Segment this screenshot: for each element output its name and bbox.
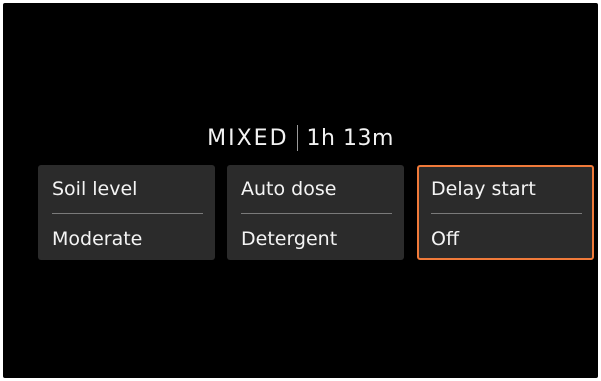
option-divider	[431, 213, 582, 214]
status-divider	[296, 125, 298, 151]
option-divider	[52, 213, 203, 214]
option-divider	[241, 213, 392, 214]
cycle-name: MIXED	[207, 125, 289, 151]
auto-dose-option[interactable]: Auto dose Detergent	[227, 165, 404, 260]
delay-start-option[interactable]: Delay start Off	[417, 165, 594, 260]
time-remaining: 1h 13m	[306, 125, 394, 151]
option-title: Soil level	[52, 178, 138, 200]
soil-level-option[interactable]: Soil level Moderate	[38, 165, 215, 260]
appliance-display: MIXED 1h 13m Soil level Moderate Auto do…	[3, 3, 598, 378]
option-title: Auto dose	[241, 178, 337, 200]
option-value: Moderate	[52, 228, 143, 250]
option-value: Detergent	[241, 228, 338, 250]
option-title: Delay start	[431, 178, 536, 200]
cycle-status: MIXED 1h 13m	[3, 125, 598, 151]
option-value: Off	[431, 228, 460, 250]
